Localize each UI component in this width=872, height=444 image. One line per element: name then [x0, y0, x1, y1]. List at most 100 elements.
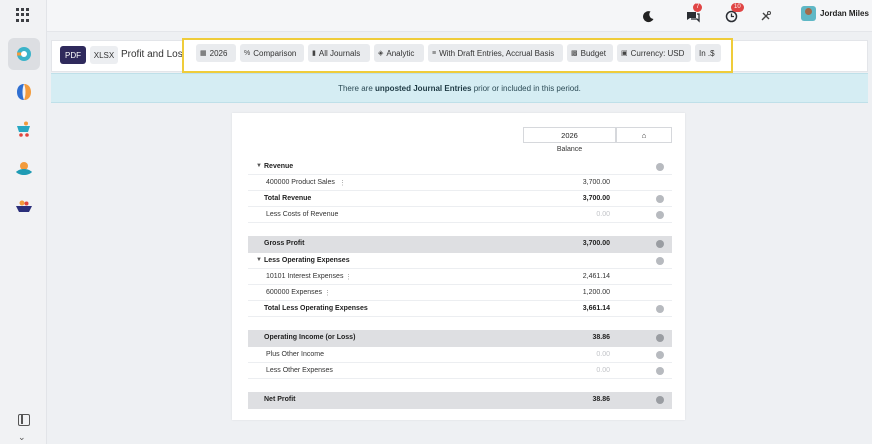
banner-suffix: prior or included in this period. [473, 83, 581, 93]
row-value: 0.00 [596, 211, 610, 218]
band-row-gross-profit: Gross Profit 3,700.00 [248, 236, 672, 253]
row-value: 2,461.14 [582, 273, 610, 280]
money-icon: ▣ [621, 50, 628, 57]
user-menu[interactable]: Jordan Miles [801, 6, 869, 21]
date-filter-label: 2026 [209, 48, 228, 58]
total-row-revenue: Total Revenue 3,700.00 [248, 191, 672, 207]
total-row-operating-expenses: Total Less Operating Expenses 3,661.14 [248, 301, 672, 317]
comparison-filter-label: Comparison [253, 48, 297, 58]
book-icon: ▮ [312, 50, 316, 57]
row-less-costs-revenue[interactable]: Less Costs of Revenue 0.00 [248, 207, 672, 223]
unposted-entries-link[interactable]: unposted Journal Entries [375, 84, 471, 93]
column-options-button[interactable]: ⌂ [616, 127, 672, 143]
avatar [801, 6, 816, 21]
row-value: 3,661.14 [582, 305, 610, 312]
kebab-menu-icon[interactable]: ⋮ [324, 289, 331, 297]
info-icon[interactable] [656, 211, 664, 219]
dark-mode-moon-icon[interactable] [639, 7, 657, 25]
percent-icon: % [244, 49, 251, 57]
info-icon[interactable] [656, 367, 664, 375]
pdf-button[interactable]: PDF [60, 46, 86, 64]
column-header-year[interactable]: 2026 [523, 127, 616, 143]
kebab-menu-icon[interactable]: ⋮ [345, 273, 352, 281]
row-less-other-expenses[interactable]: Less Other Expenses 0.00 [248, 363, 672, 379]
options-filter-label: With Draft Entries, Accrual Basis [439, 48, 555, 58]
account-row-expenses[interactable]: 600000 Expenses ⋮ 1,200.00 [248, 285, 672, 301]
toggle-sidebar-icon[interactable] [18, 414, 30, 426]
band-row-operating-income: Operating Income (or Loss) 38.86 [248, 330, 672, 347]
chevron-down-icon[interactable]: ⌄ [18, 432, 26, 443]
info-icon[interactable] [656, 334, 664, 342]
rounding-filter-button[interactable]: In .$ [695, 44, 721, 62]
layers-icon: ◈ [378, 50, 384, 57]
analytic-filter-button[interactable]: ◈ Analytic [374, 44, 424, 62]
row-label: Gross Profit [264, 240, 305, 247]
comparison-filter-button[interactable]: % Comparison [240, 44, 304, 62]
info-icon[interactable] [656, 396, 664, 404]
crm-app-icon[interactable] [8, 76, 40, 108]
info-icon[interactable] [656, 305, 664, 313]
calendar-icon: ▦ [200, 50, 207, 57]
row-value: 0.00 [596, 367, 610, 374]
caret-down-icon: ▼ [256, 257, 262, 263]
row-label: Total Less Operating Expenses [264, 305, 368, 312]
messages-icon[interactable]: 7 [684, 3, 703, 25]
journals-filter-button[interactable]: ▮ All Journals [308, 44, 370, 62]
row-value: 0.00 [596, 351, 610, 358]
home-icon: ⌂ [641, 130, 647, 140]
row-label: 600000 Expenses [266, 289, 323, 296]
row-value: 1,200.00 [582, 289, 610, 296]
account-row-interest-expenses[interactable]: 10101 Interest Expenses ⋮ 2,461.14 [248, 269, 672, 285]
row-label: Less Costs of Revenue [266, 211, 339, 218]
bar-chart-icon: ▩ [571, 50, 578, 57]
page-title: Profit and Loss [121, 49, 188, 60]
row-label: Total Revenue [264, 195, 312, 202]
row-label: Net Profit [264, 396, 296, 403]
caret-down-icon: ▼ [256, 163, 262, 169]
profit-loss-report: 2026 ⌂ Balance ▼ Revenue 400000 Product … [232, 113, 685, 420]
info-icon[interactable] [656, 195, 664, 203]
budget-filter-button[interactable]: ▩ Budget [567, 44, 613, 62]
sales-app-icon[interactable] [8, 114, 40, 146]
column-subheader-balance: Balance [556, 146, 583, 153]
section-row-revenue[interactable]: ▼ Revenue [248, 159, 672, 175]
info-icon[interactable] [656, 351, 664, 359]
row-value: 3,700.00 [582, 195, 610, 202]
row-plus-other-income[interactable]: Plus Other Income 0.00 [248, 347, 672, 363]
info-icon[interactable] [656, 163, 664, 171]
row-label: 400000 Product Sales [266, 179, 335, 186]
kebab-menu-icon[interactable]: ⋮ [339, 179, 346, 187]
app-sidebar: ⌄ [0, 0, 47, 444]
options-filter-button[interactable]: ≡ With Draft Entries, Accrual Basis [428, 44, 563, 62]
inventory-app-icon[interactable] [8, 190, 40, 222]
row-value: 3,700.00 [582, 179, 610, 186]
contacts-app-icon[interactable] [8, 152, 40, 184]
sliders-icon: ≡ [432, 49, 437, 57]
budget-filter-label: Budget [580, 48, 606, 58]
xlsx-button[interactable]: XLSX [90, 46, 118, 64]
row-label: Revenue [264, 163, 294, 170]
row-label: Less Operating Expenses [264, 257, 350, 264]
row-label: Plus Other Income [266, 351, 324, 358]
row-value: 38.86 [592, 396, 610, 403]
row-label: Operating Income (or Loss) [264, 334, 356, 341]
activities-clock-icon[interactable]: 10 [722, 3, 744, 25]
analytic-filter-label: Analytic [386, 48, 415, 58]
currency-filter-label: Currency: USD [630, 48, 685, 58]
filters-highlight: ▦ 2026 % Comparison ▮ All Journals ◈ Ana… [182, 38, 733, 73]
account-row-product-sales[interactable]: 400000 Product Sales ⋮ 3,700.00 [248, 175, 672, 191]
unposted-entries-banner: There are unposted Journal Entries prior… [51, 73, 868, 103]
user-name: Jordan Miles [820, 9, 869, 18]
row-value: 3,700.00 [582, 240, 610, 247]
date-filter-button[interactable]: ▦ 2026 [196, 44, 236, 62]
accounting-app-icon[interactable] [8, 38, 40, 70]
row-label: 10101 Interest Expenses [266, 273, 344, 280]
report-control-panel: PDF XLSX Profit and Loss ▦ 2026 % Compar… [51, 38, 868, 73]
debug-tools-icon[interactable] [757, 7, 775, 25]
currency-filter-button[interactable]: ▣ Currency: USD [617, 44, 691, 62]
section-row-operating-expenses[interactable]: ▼ Less Operating Expenses [248, 253, 672, 269]
info-icon[interactable] [656, 240, 664, 248]
info-icon[interactable] [656, 257, 664, 265]
messages-badge: 7 [693, 3, 703, 12]
apps-menu-icon[interactable] [16, 8, 30, 22]
